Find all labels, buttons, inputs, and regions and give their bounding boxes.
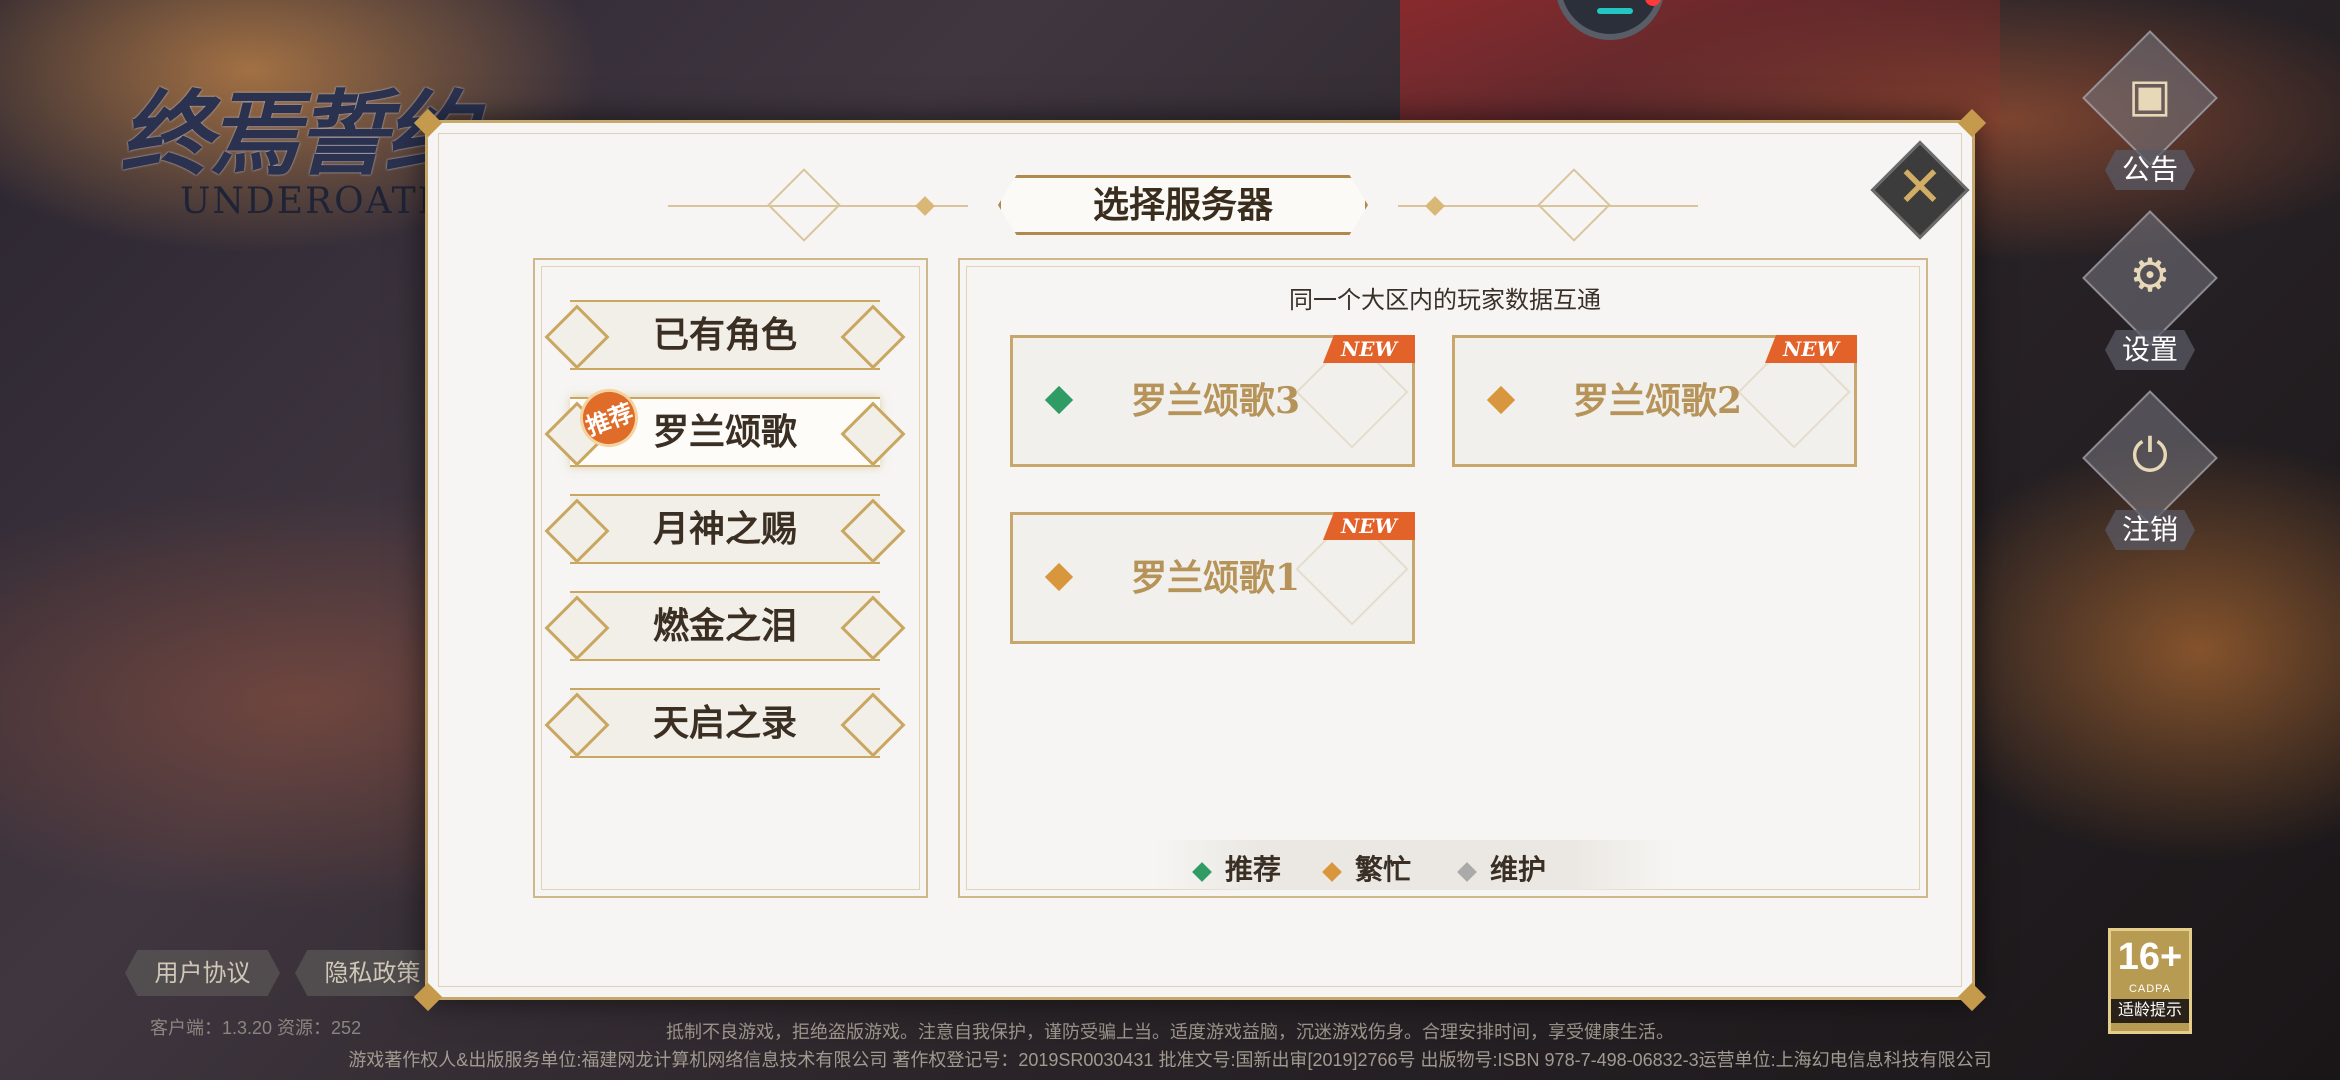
user-agreement-link[interactable]: 用户协议 <box>125 950 280 996</box>
server-card-roland-2[interactable]: 罗兰颂歌2 NEW <box>1452 335 1857 467</box>
status-legend: 推荐 繁忙 维护 <box>1155 840 1675 890</box>
region-item-label: 已有角色 <box>652 314 797 356</box>
settings-button[interactable]: ⚙ 设置 <box>2080 210 2220 390</box>
gear-icon: ⚙ <box>2129 248 2171 302</box>
region-list: 已有角色 推荐 罗兰颂歌 月神之赐 燃金之泪 天启之录 <box>533 258 928 898</box>
region-item-existing-roles[interactable]: 已有角色 <box>570 300 880 370</box>
age-rating-org: CADPA <box>2128 983 2172 995</box>
logout-button[interactable]: ⏻ 注销 <box>2080 390 2220 570</box>
region-item-label: 天启之录 <box>652 702 797 744</box>
notice-button[interactable]: ▣ 公告 <box>2080 30 2220 210</box>
server-list-panel: 同一个大区内的玩家数据互通 罗兰颂歌3 NEW 罗兰颂歌2 NEW 罗兰颂歌1 … <box>958 258 1928 898</box>
region-item-label: 罗兰颂歌 <box>652 411 797 453</box>
region-item-apocalypse-record[interactable]: 天启之录 <box>570 688 880 758</box>
copyright-notice: 游戏著作权人&出版服务单位:福建网龙计算机网络信息技术有限公司 著作权登记号：2… <box>348 1050 1992 1070</box>
legend-label: 繁忙 <box>1355 853 1412 886</box>
region-item-roland-hymn[interactable]: 推荐 罗兰颂歌 <box>570 380 880 467</box>
new-tag: NEW <box>1323 512 1415 540</box>
new-tag: NEW <box>1765 335 1857 363</box>
legend-busy: 繁忙 <box>1322 848 1412 888</box>
title-ornament-dot <box>1425 196 1445 216</box>
dialog-title: 选择服务器 <box>998 175 1368 235</box>
age-rating-number: 16+ <box>2117 936 2183 978</box>
title-ornament-diamond <box>767 168 841 242</box>
busy-diamond-icon <box>1322 861 1342 882</box>
health-notice: 抵制不良游戏，拒绝盗版游戏。注意自我保护，谨防受骗上当。适度游戏益脑，沉迷游戏伤… <box>666 1022 1674 1042</box>
new-tag: NEW <box>1323 335 1415 363</box>
region-item-label: 月神之赐 <box>652 508 797 550</box>
legend-maintenance: 维护 <box>1457 848 1547 888</box>
corner-ornament <box>1957 982 1987 1012</box>
legend-label: 推荐 <box>1225 853 1282 886</box>
gauge-alert-dot <box>1645 0 1661 6</box>
maintenance-diamond-icon <box>1457 861 1477 882</box>
recommended-badge: 推荐 <box>571 380 647 456</box>
gauge-bar <box>1597 8 1633 14</box>
title-ornament-dot <box>915 196 935 216</box>
region-item-burning-gold-tears[interactable]: 燃金之泪 <box>570 591 880 661</box>
settings-button-label: 设置 <box>2105 330 2195 370</box>
region-item-label: 燃金之泪 <box>652 605 797 647</box>
legend-recommended: 推荐 <box>1192 848 1282 888</box>
logout-button-label: 注销 <box>2105 510 2195 550</box>
region-note: 同一个大区内的玩家数据互通 <box>1289 286 1601 314</box>
notice-button-label: 公告 <box>2105 150 2195 190</box>
legend-label: 维护 <box>1490 853 1547 886</box>
title-ornament-diamond <box>1537 168 1611 242</box>
close-icon[interactable]: ✕ <box>1885 153 1955 223</box>
notice-board-icon: ▣ <box>2128 68 2172 122</box>
server-card-roland-3[interactable]: 罗兰颂歌3 NEW <box>1010 335 1415 467</box>
server-select-dialog: 选择服务器 ✕ 已有角色 推荐 罗兰颂歌 月神之赐 燃金之泪 天启之录 同一个大… <box>413 108 1987 1012</box>
recommended-diamond-icon <box>1192 861 1212 882</box>
power-icon: ⏻ <box>2131 428 2169 482</box>
server-card-roland-1[interactable]: 罗兰颂歌1 NEW <box>1010 512 1415 644</box>
region-item-moon-gift[interactable]: 月神之赐 <box>570 494 880 564</box>
